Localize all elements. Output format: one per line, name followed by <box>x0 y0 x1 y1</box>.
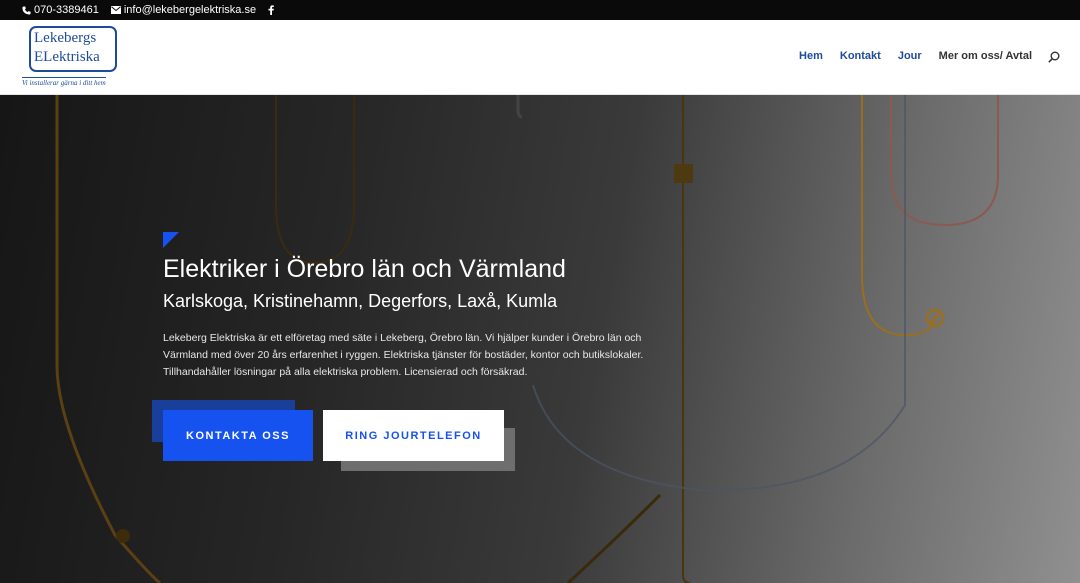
hero-title: Elektriker i Örebro län och Värmland <box>163 255 566 283</box>
topbar-email-text: info@lekebergelektriska.se <box>123 4 257 16</box>
mail-icon <box>110 6 121 14</box>
top-bar: 070-3389461 info@lekebergelektriska.se <box>0 0 1080 20</box>
hero-subtitle: Karlskoga, Kristinehamn, Degerfors, Laxå… <box>163 291 558 311</box>
nav-item-kontakt[interactable]: Kontakt <box>840 50 881 62</box>
topbar-email[interactable]: info@lekebergelektriska.se <box>110 4 257 16</box>
logo-tagline: Vi installerar gärna i ditt hem <box>22 77 106 87</box>
hero-description: Lekeberg Elektriska är ett elföretag med… <box>163 332 644 378</box>
nav-item-jour[interactable]: Jour <box>898 50 922 62</box>
logo-line-2: ELektriska <box>34 49 100 65</box>
call-emergency-button[interactable]: RING JOURTELEFON <box>323 410 504 461</box>
main-nav: Hem Kontakt Jour Mer om oss/ Avtal <box>782 50 1032 62</box>
facebook-icon <box>268 5 274 15</box>
logo-line-1: Lekebergs <box>34 30 97 46</box>
site-logo[interactable]: Lekebergs ELektriska Vi installerar gärn… <box>22 26 128 88</box>
nav-item-hem[interactable]: Hem <box>799 50 823 62</box>
topbar-phone[interactable]: 070-3389461 <box>22 4 99 16</box>
facebook-link[interactable] <box>268 5 277 15</box>
hero-accent-triangle <box>163 232 179 248</box>
phone-icon <box>22 5 31 15</box>
nav-item-mer-om-oss[interactable]: Mer om oss/ Avtal <box>939 50 1032 62</box>
topbar-phone-text: 070-3389461 <box>34 4 99 16</box>
search-icon[interactable] <box>1048 51 1060 63</box>
contact-us-button[interactable]: KONTAKTA OSS <box>163 410 313 461</box>
site-header: Lekebergs ELektriska Vi installerar gärn… <box>0 20 1080 95</box>
hero-section: Elektriker i Örebro län och Värmland Kar… <box>0 95 1080 583</box>
